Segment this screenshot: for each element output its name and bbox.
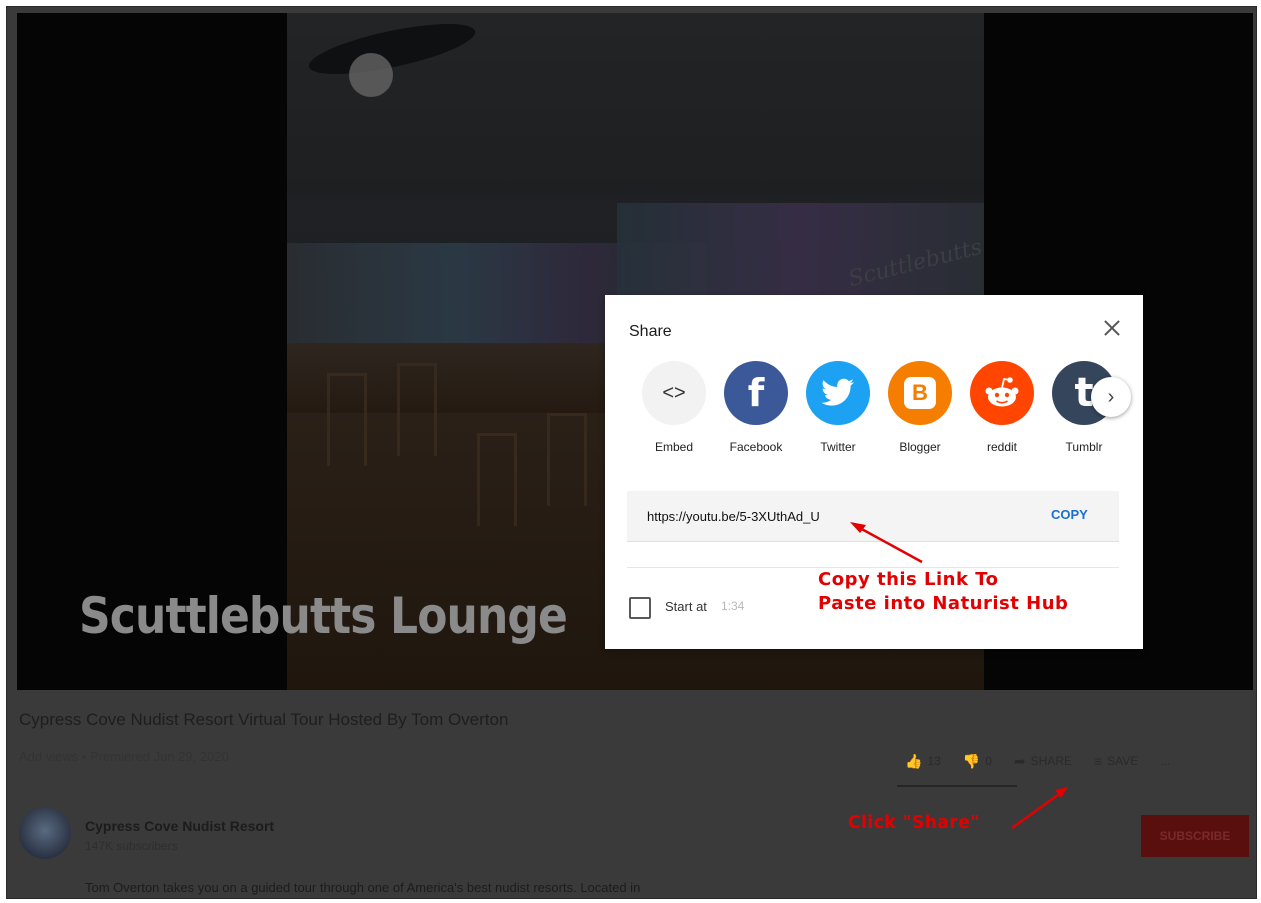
share-dialog-title: Share bbox=[629, 323, 672, 340]
blogger-b-glyph: B bbox=[904, 377, 936, 409]
like-button[interactable]: 👍 13 bbox=[905, 753, 941, 770]
more-actions-button[interactable]: ... bbox=[1160, 754, 1170, 768]
channel-subscriber-count: 147K subscribers bbox=[85, 839, 178, 853]
scene-chair bbox=[547, 413, 587, 506]
video-description: Tom Overton takes you on a guided tour t… bbox=[85, 880, 641, 895]
share-arrow-icon: ➦ bbox=[1013, 752, 1026, 769]
video-stats: Add views • Premiered Jun 29, 2020 bbox=[19, 749, 229, 764]
thumbs-up-icon: 👍 bbox=[905, 752, 923, 769]
video-actions: 👍 13 👎 0 ➦ SHARE ≡ SAVE ... bbox=[905, 751, 1192, 771]
close-icon[interactable] bbox=[1101, 317, 1123, 339]
screenshot-frame: Scuttlebutts Scuttlebutts Lounge Cypress… bbox=[6, 6, 1257, 899]
share-target-label: Blogger bbox=[899, 440, 941, 454]
click-share-annotation: Click "Share" bbox=[848, 812, 980, 833]
share-button[interactable]: ➦ SHARE bbox=[1014, 753, 1072, 770]
share-label: SHARE bbox=[1030, 754, 1072, 768]
share-target-label: Tumblr bbox=[1065, 440, 1103, 454]
video-overlay-title: Scuttlebutts Lounge bbox=[79, 587, 568, 645]
reddit-alien-icon-shape bbox=[985, 377, 1019, 407]
share-target-label: Facebook bbox=[729, 440, 783, 454]
copy-link-annotation: Copy this Link To Paste into Naturist Hu… bbox=[818, 568, 1068, 616]
facebook-icon: f bbox=[724, 361, 788, 425]
dislike-button[interactable]: 👎 0 bbox=[963, 753, 992, 770]
reddit-alien-icon bbox=[970, 361, 1034, 425]
share-target-twitter[interactable]: Twitter bbox=[797, 361, 879, 454]
channel-avatar[interactable] bbox=[19, 807, 71, 859]
blogger-icon: B bbox=[888, 361, 952, 425]
share-targets: <> Embed f Facebook Twitter B Blogger re… bbox=[633, 361, 1125, 454]
channel-name[interactable]: Cypress Cove Nudist Resort bbox=[85, 818, 274, 834]
chevron-right-icon[interactable]: › bbox=[1091, 377, 1131, 417]
save-label: SAVE bbox=[1107, 754, 1139, 768]
more-icon: ... bbox=[1160, 754, 1171, 768]
copy-link-annotation-line2: Paste into Naturist Hub bbox=[818, 593, 1069, 614]
start-at-label: Start at bbox=[665, 599, 707, 614]
scene-lamp bbox=[349, 53, 393, 97]
twitter-bird-icon bbox=[806, 361, 870, 425]
start-at-checkbox[interactable] bbox=[629, 597, 651, 619]
scene-chair bbox=[327, 373, 367, 466]
share-target-label: Embed bbox=[654, 440, 694, 454]
share-target-blogger[interactable]: B Blogger bbox=[879, 361, 961, 454]
save-button[interactable]: ≡ SAVE bbox=[1094, 753, 1138, 769]
like-dislike-bar bbox=[897, 785, 1017, 787]
share-url[interactable]: https://youtu.be/5-3XUthAd_U bbox=[647, 509, 820, 524]
copy-button[interactable]: COPY bbox=[1051, 507, 1088, 522]
scene-chair bbox=[477, 433, 517, 526]
video-title: Cypress Cove Nudist Resort Virtual Tour … bbox=[19, 710, 509, 729]
share-target-facebook[interactable]: f Facebook bbox=[715, 361, 797, 454]
dislike-count: 0 bbox=[985, 754, 992, 768]
thumbs-down-icon: 👎 bbox=[962, 752, 981, 769]
subscribe-button[interactable]: SUBSCRIBE bbox=[1141, 815, 1249, 857]
share-target-label: Twitter bbox=[820, 440, 856, 454]
share-url-box: https://youtu.be/5-3XUthAd_U COPY bbox=[627, 491, 1119, 542]
start-at-time[interactable]: 1:34 bbox=[721, 599, 744, 613]
share-target-reddit[interactable]: reddit bbox=[961, 361, 1043, 454]
share-target-label: reddit bbox=[986, 440, 1018, 454]
share-target-embed[interactable]: <> Embed bbox=[633, 361, 715, 454]
embed-code-icon: <> bbox=[642, 361, 706, 425]
playlist-add-icon: ≡ bbox=[1094, 753, 1103, 769]
scene-chair bbox=[397, 363, 437, 456]
like-count: 13 bbox=[927, 754, 941, 768]
twitter-bird-icon-shape bbox=[821, 378, 854, 406]
copy-link-annotation-line1: Copy this Link To bbox=[818, 569, 999, 590]
